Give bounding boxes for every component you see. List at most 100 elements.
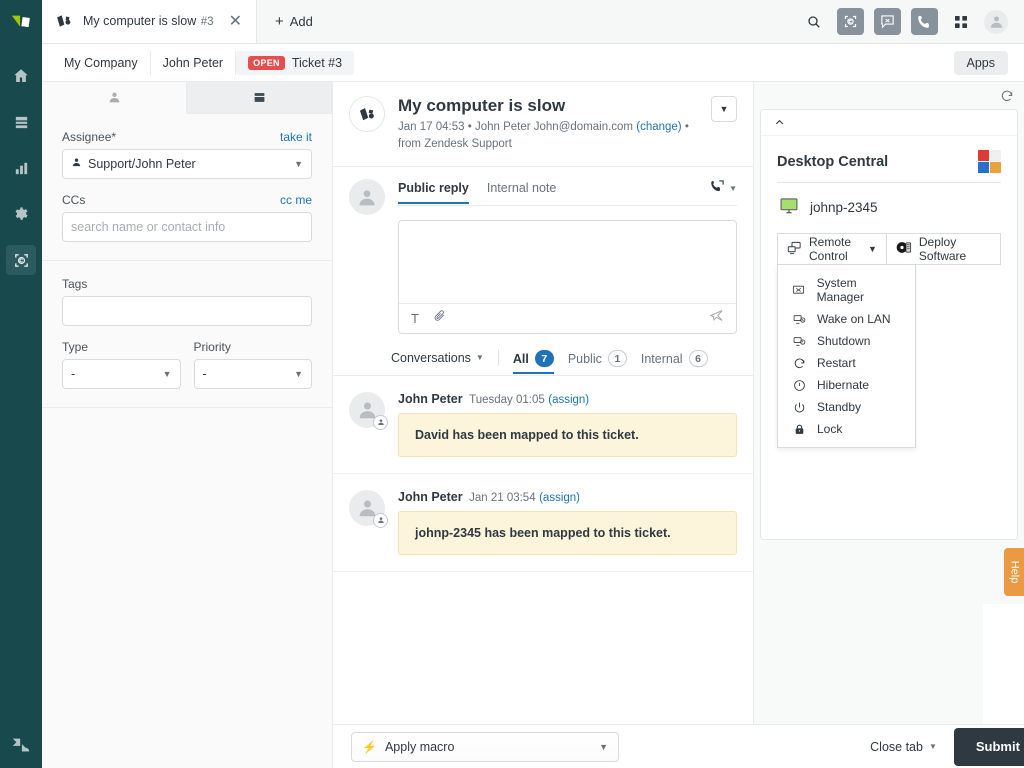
- breadcrumb-item-user[interactable]: John Peter: [151, 50, 237, 75]
- assign-link[interactable]: (assign): [548, 394, 589, 406]
- add-tab-button[interactable]: + Add: [257, 0, 331, 43]
- chevron-down-icon: ▼: [719, 104, 729, 114]
- assignee-select[interactable]: Support/John Peter ▼: [62, 149, 312, 179]
- phone-forward-icon: [710, 179, 725, 199]
- menu-item-standby[interactable]: Standby: [778, 396, 915, 418]
- reply-editor[interactable]: T: [398, 219, 737, 334]
- search-icon[interactable]: [801, 9, 827, 35]
- type-select[interactable]: - ▼: [62, 359, 181, 389]
- zendesk-agent-workspace: My computer is slow #3 ✕ + Add My Compan…: [0, 0, 1024, 768]
- help-tab[interactable]: Help: [1004, 548, 1024, 596]
- menu-item-lock[interactable]: Lock: [778, 418, 915, 440]
- apps-toolbar: [754, 82, 1024, 109]
- priority-select[interactable]: - ▼: [193, 359, 312, 389]
- phone-icon[interactable]: [911, 8, 938, 35]
- desktop-central-app-card: Desktop Central johnp-2345 Remote Contro…: [760, 109, 1018, 540]
- type-value: -: [71, 367, 76, 381]
- table-row: John Peter Tuesday 01:05 (assign) David …: [333, 376, 753, 474]
- breadcrumb-item-company[interactable]: My Company: [52, 50, 151, 75]
- filter-all[interactable]: All 7: [512, 350, 554, 374]
- type-group: Type - ▼: [62, 340, 181, 389]
- menu-item-hibernate[interactable]: Hibernate: [778, 374, 915, 396]
- tags-input[interactable]: [62, 296, 312, 326]
- priority-label: Priority: [193, 340, 231, 354]
- event-author: John Peter: [398, 489, 463, 504]
- menu-item-wake-on-lan[interactable]: Wake on LAN: [778, 308, 915, 330]
- conversations-dropdown[interactable]: Conversations ▼: [391, 351, 484, 365]
- filter-internal[interactable]: Internal 6: [641, 350, 708, 374]
- priority-group: Priority - ▼: [193, 340, 312, 389]
- sidebar-item-desktop-central[interactable]: [6, 245, 36, 275]
- host-name: johnp-2345: [810, 200, 878, 215]
- sidebar-item-views[interactable]: [6, 107, 36, 137]
- menu-label: Restart: [817, 356, 856, 370]
- rail-item-list: [0, 54, 42, 282]
- sidebar-item-reporting[interactable]: [6, 153, 36, 183]
- deploy-software-button[interactable]: Deploy Software: [886, 233, 1001, 265]
- take-it-link[interactable]: take it: [280, 130, 312, 144]
- filter-public[interactable]: Public 1: [568, 350, 627, 374]
- close-icon[interactable]: ✕: [225, 12, 246, 32]
- restart-icon: [792, 357, 806, 370]
- submit-button[interactable]: Submit as: [953, 727, 1024, 766]
- ccs-input[interactable]: search name or contact info: [62, 212, 312, 242]
- paperclip-icon[interactable]: [433, 309, 446, 327]
- chevron-down-icon: ▼: [729, 184, 737, 193]
- menu-label: Wake on LAN: [817, 312, 891, 326]
- event-body: John Peter Tuesday 01:05 (assign) David …: [398, 392, 737, 457]
- menu-item-shutdown[interactable]: Shutdown: [778, 330, 915, 352]
- remote-control-button[interactable]: Remote Control ▼: [777, 233, 887, 265]
- avatar[interactable]: [984, 9, 1008, 34]
- footer-actions: Close tab ▼ Submit as: [870, 727, 1024, 766]
- reply-textarea[interactable]: [399, 221, 736, 303]
- conversations-label: Conversations: [391, 350, 471, 365]
- menu-item-system-manager[interactable]: System Manager: [778, 272, 915, 308]
- close-tab-label: Close tab: [870, 739, 923, 754]
- apps-button[interactable]: Apps: [953, 50, 1008, 75]
- event-body: John Peter Jan 21 03:54 (assign) johnp-2…: [398, 490, 737, 555]
- composer-avatar: [349, 178, 385, 215]
- chat-x-icon[interactable]: [874, 8, 901, 35]
- zendesk-logo-icon: [0, 734, 42, 756]
- system-manager-icon: [792, 284, 806, 297]
- menu-item-restart[interactable]: Restart: [778, 352, 915, 374]
- ticket-header-text: My computer is slow Jan 17 04:53 • John …: [398, 96, 689, 154]
- change-requester-link[interactable]: (change): [636, 121, 681, 133]
- app-action-buttons: Remote Control ▼ Deploy Software System …: [777, 233, 1001, 448]
- tab-subtitle: #3: [200, 16, 214, 29]
- status-badge: OPEN: [248, 55, 285, 70]
- collapse-app-button[interactable]: [761, 110, 1017, 136]
- tab-public-reply[interactable]: Public reply: [398, 181, 469, 204]
- apply-macro-label: Apply macro: [384, 739, 455, 754]
- ticket-options-button[interactable]: ▼: [711, 96, 737, 122]
- tab-internal-note[interactable]: Internal note: [487, 181, 557, 203]
- text-format-icon[interactable]: T: [411, 311, 419, 326]
- workspace-body: My computer is slow #3 ✕ + Add My Compan…: [42, 0, 1024, 768]
- sidebar-item-home[interactable]: [6, 61, 36, 91]
- desktop-central-icon[interactable]: [837, 8, 864, 35]
- cc-me-link[interactable]: cc me: [280, 193, 312, 207]
- tab-user-panel[interactable]: [42, 82, 187, 114]
- assign-link[interactable]: (assign): [539, 492, 580, 504]
- filter-public-label: Public: [567, 351, 602, 366]
- assignee-icon: [71, 157, 82, 171]
- ticket-tab[interactable]: My computer is slow #3 ✕: [42, 0, 257, 43]
- avatar: [349, 489, 388, 528]
- tab-apps-panel[interactable]: [187, 82, 332, 114]
- send-icon[interactable]: [709, 308, 724, 328]
- hibernate-icon: [792, 379, 806, 392]
- shutdown-icon: [792, 335, 806, 348]
- grid-icon[interactable]: [948, 9, 974, 35]
- chevron-down-icon: ▼: [294, 159, 303, 169]
- close-tab-button[interactable]: Close tab ▼: [870, 740, 954, 754]
- breadcrumb: My Company John Peter OPEN Ticket #3 App…: [42, 44, 1024, 82]
- menu-label: Lock: [817, 422, 843, 436]
- call-options-button[interactable]: ▼: [710, 179, 737, 205]
- refresh-icon[interactable]: [1000, 89, 1014, 103]
- composer-row: Public reply Internal note ▼ T: [349, 167, 737, 334]
- main-columns: Assignee* take it Support/John Peter ▼ C…: [42, 82, 1024, 768]
- breadcrumb-item-ticket[interactable]: OPEN Ticket #3: [236, 50, 355, 75]
- conversation-feed: John Peter Tuesday 01:05 (assign) David …: [333, 376, 753, 768]
- apply-macro-button[interactable]: ⚡ Apply macro ▼: [351, 731, 619, 762]
- sidebar-item-admin[interactable]: [6, 199, 36, 229]
